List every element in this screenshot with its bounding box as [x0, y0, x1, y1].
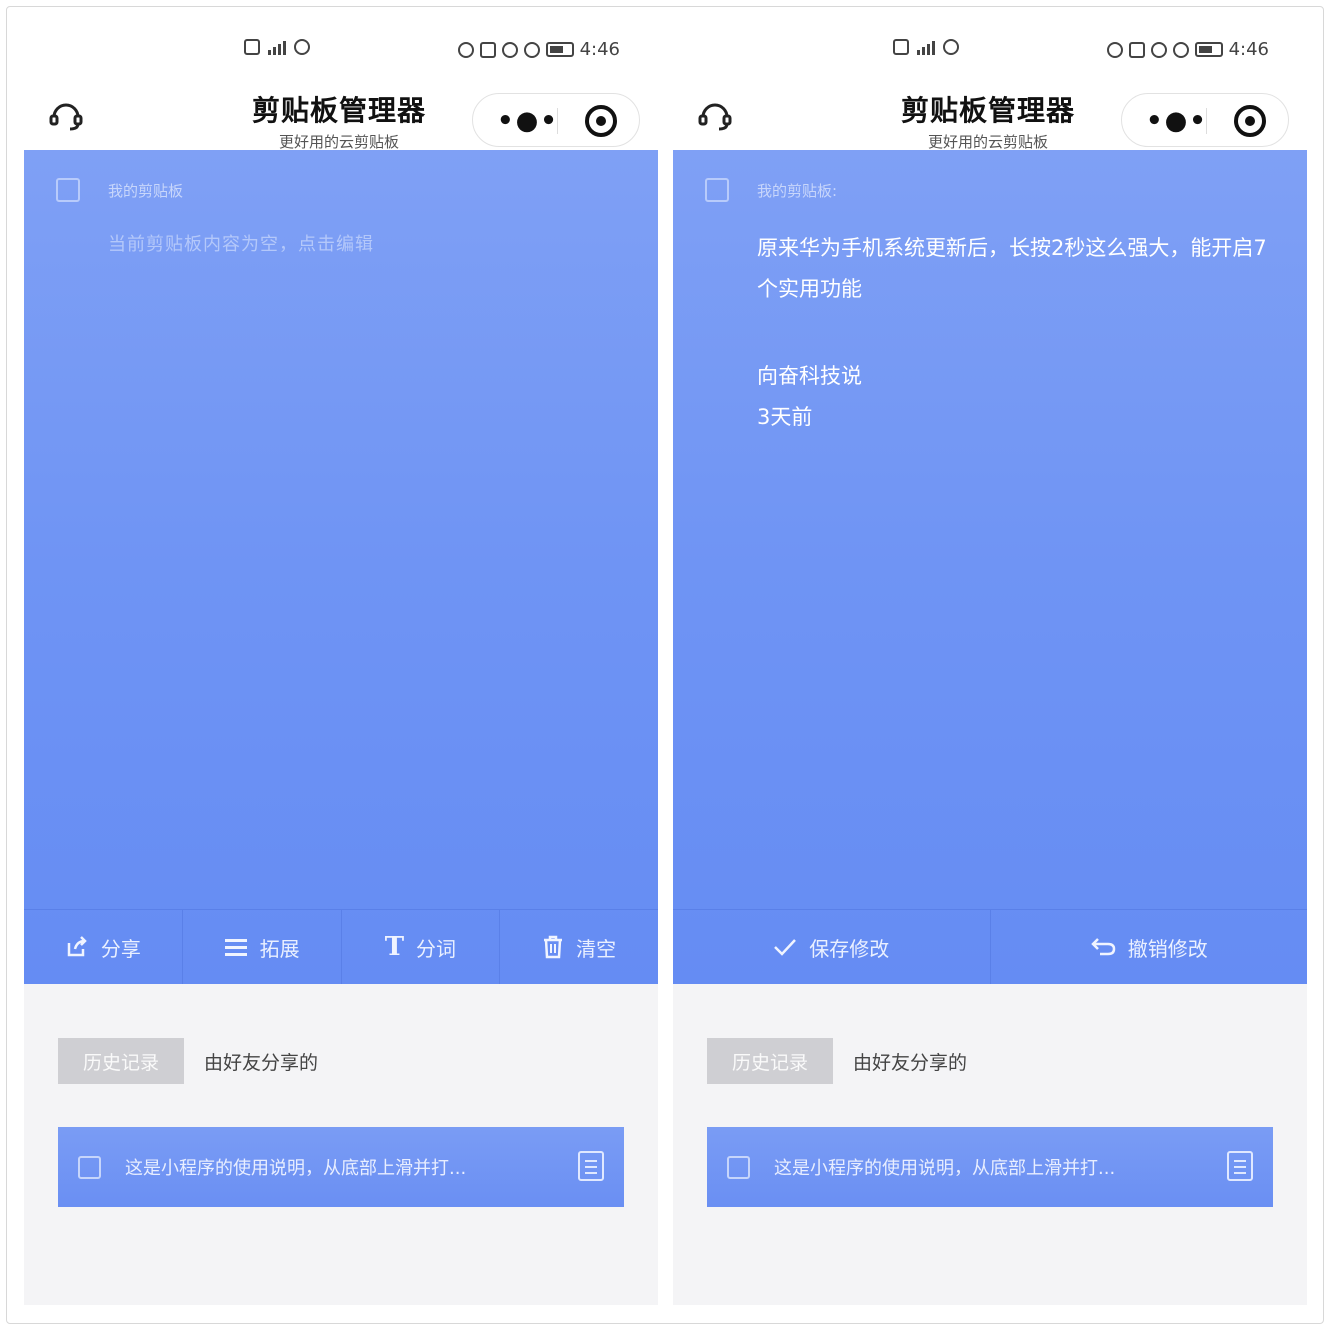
miniprogram-capsule: •●•: [1121, 93, 1289, 147]
page-title: 剪贴板管理器: [900, 94, 1075, 127]
clipboard-checkbox[interactable]: [56, 178, 80, 202]
more-icon[interactable]: •●•: [1146, 108, 1208, 134]
history-tabs: 历史记录 由好友分享的: [58, 1038, 318, 1084]
share-label: 分享: [100, 936, 141, 961]
bluetooth-icon: [479, 41, 496, 58]
hd-icon: [244, 39, 260, 55]
clipboard-toolbar: 保存修改 撤销修改: [673, 909, 1307, 984]
mute-icon: [523, 41, 540, 58]
copy-icon[interactable]: [1227, 1151, 1253, 1181]
capsule-divider: [557, 108, 558, 134]
history-section: 历史记录 由好友分享的 这是小程序的使用说明，从底部上滑并打...: [673, 984, 1307, 1305]
undo-changes-button[interactable]: 撤销修改: [991, 910, 1308, 984]
alarm-icon: [1106, 41, 1123, 58]
alarm-icon: [457, 41, 474, 58]
nav-header: 剪贴板管理器 更好用的云剪贴板 •●•: [673, 77, 1307, 157]
signal-icon: [917, 39, 935, 55]
mic-icon: [1150, 41, 1167, 58]
clipboard-label: 我的剪贴板:: [757, 182, 838, 200]
headset-icon[interactable]: [697, 97, 733, 133]
history-item-checkbox[interactable]: [78, 1155, 101, 1179]
status-time: 4:46: [579, 39, 620, 60]
clipboard-label: 我的剪贴板: [108, 182, 184, 200]
page-title: 剪贴板管理器: [251, 94, 426, 127]
history-section: 历史记录 由好友分享的 这是小程序的使用说明，从底部上滑并打...: [24, 984, 658, 1305]
mic-icon: [501, 41, 518, 58]
history-item-text: 这是小程序的使用说明，从底部上滑并打...: [774, 1158, 1116, 1179]
hd-icon: [893, 39, 909, 55]
check-icon: [774, 939, 797, 956]
clipboard-card[interactable]: 我的剪贴板: 原来华为手机系统更新后，长按2秒这么强大，能开启7个实用功能 向奋…: [673, 150, 1307, 984]
capsule-divider: [1206, 108, 1207, 134]
extend-button[interactable]: 拓展: [183, 910, 342, 984]
signal-icon: [268, 39, 286, 55]
share-icon: [67, 936, 87, 957]
battery-icon: [1194, 42, 1223, 57]
page-subtitle: 更好用的云剪贴板: [278, 133, 399, 151]
history-item[interactable]: 这是小程序的使用说明，从底部上滑并打...: [58, 1127, 624, 1207]
history-item-checkbox[interactable]: [727, 1155, 750, 1179]
save-changes-label: 保存修改: [809, 936, 890, 961]
segment-label: 分词: [416, 936, 457, 961]
text-icon: T: [384, 932, 405, 962]
wifi-icon: [294, 39, 310, 55]
clipboard-author: 向奋科技说: [757, 364, 862, 388]
tab-history[interactable]: 历史记录: [58, 1038, 184, 1084]
clipboard-content[interactable]: 原来华为手机系统更新后，长按2秒这么强大，能开启7个实用功能: [757, 228, 1287, 310]
clipboard-card[interactable]: 我的剪贴板 当前剪贴板内容为空，点击编辑 分享 拓展 T 分词 清空: [24, 150, 658, 984]
share-button[interactable]: 分享: [24, 910, 183, 984]
clear-button[interactable]: 清空: [500, 910, 658, 984]
more-icon[interactable]: •●•: [497, 108, 559, 134]
undo-changes-label: 撤销修改: [1127, 936, 1208, 961]
clipboard-time: 3天前: [757, 405, 813, 429]
status-bar: 4:46: [673, 35, 1307, 63]
status-time: 4:46: [1228, 39, 1269, 60]
undo-icon: [1090, 938, 1116, 956]
tab-shared-by-friends[interactable]: 由好友分享的: [853, 1048, 967, 1075]
phone-screen-left: 4:46 剪贴板管理器 更好用的云剪贴板 •●• 我的剪贴板 当前剪贴板内容为空…: [24, 7, 658, 1305]
clipboard-toolbar: 分享 拓展 T 分词 清空: [24, 909, 658, 984]
bluetooth-icon: [1128, 41, 1145, 58]
extend-label: 拓展: [259, 936, 300, 961]
status-bar: 4:46: [24, 35, 658, 63]
close-target-icon[interactable]: [1234, 105, 1266, 137]
clipboard-placeholder[interactable]: 当前剪贴板内容为空，点击编辑: [108, 230, 374, 256]
save-changes-button[interactable]: 保存修改: [673, 910, 991, 984]
history-item-text: 这是小程序的使用说明，从底部上滑并打...: [125, 1158, 467, 1179]
battery-icon: [545, 42, 574, 57]
headset-icon[interactable]: [48, 97, 84, 133]
history-tabs: 历史记录 由好友分享的: [707, 1038, 967, 1084]
nav-header: 剪贴板管理器 更好用的云剪贴板 •●•: [24, 77, 658, 157]
wifi-icon: [943, 39, 959, 55]
close-target-icon[interactable]: [585, 105, 617, 137]
page-subtitle: 更好用的云剪贴板: [927, 133, 1048, 151]
tab-shared-by-friends[interactable]: 由好友分享的: [204, 1048, 318, 1075]
miniprogram-capsule: •●•: [472, 93, 640, 147]
phone-screen-right: 4:46 剪贴板管理器 更好用的云剪贴板 •●• 我的剪贴板: 原来华为手机系统…: [673, 7, 1307, 1305]
clear-label: 清空: [576, 936, 617, 961]
mute-icon: [1172, 41, 1189, 58]
menu-icon: [224, 939, 247, 956]
trash-icon: [544, 935, 563, 959]
tab-history[interactable]: 历史记录: [707, 1038, 833, 1084]
segment-button[interactable]: T 分词: [342, 910, 501, 984]
clipboard-checkbox[interactable]: [705, 178, 729, 202]
copy-icon[interactable]: [578, 1151, 604, 1181]
history-item[interactable]: 这是小程序的使用说明，从底部上滑并打...: [707, 1127, 1273, 1207]
